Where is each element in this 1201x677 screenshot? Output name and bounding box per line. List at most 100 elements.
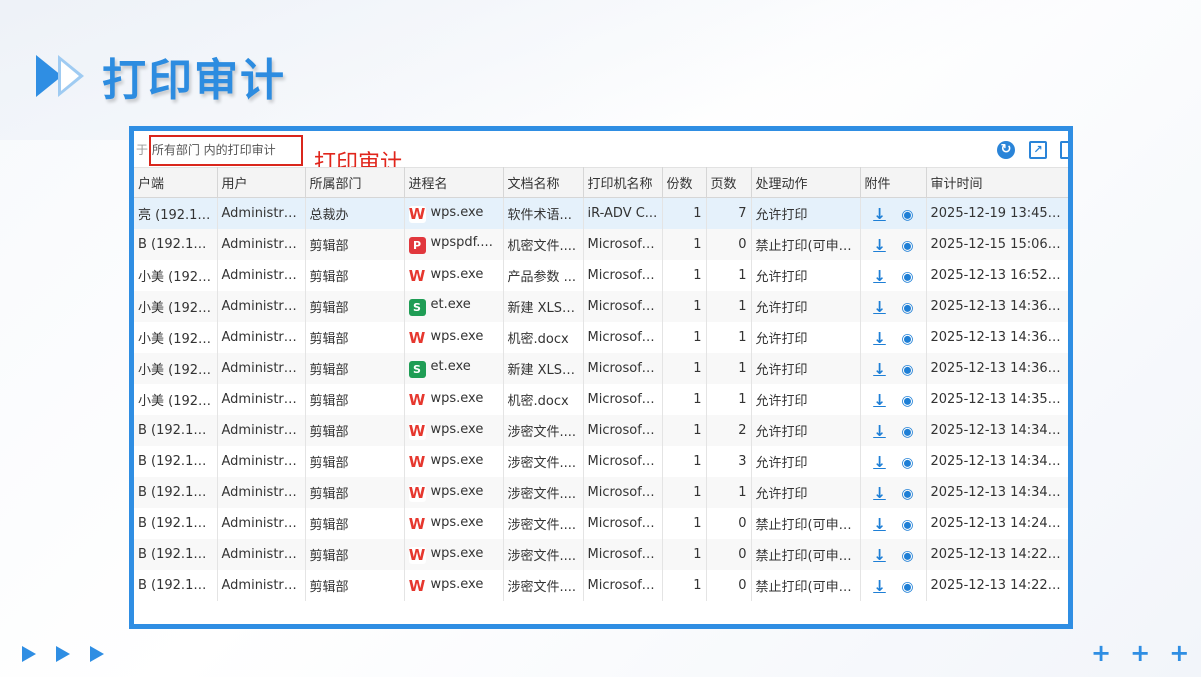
double-arrow-icon bbox=[36, 53, 96, 99]
column-header[interactable]: 用户 bbox=[217, 167, 306, 198]
process-name: wps.exe bbox=[430, 514, 484, 530]
attachment-cell: ↓ ◉ bbox=[860, 508, 927, 539]
document-cell: 机密.docx bbox=[503, 384, 584, 415]
process-cell: Wwps.exe bbox=[404, 322, 504, 353]
dept-cell: 剪辑部 bbox=[305, 353, 405, 384]
column-header[interactable]: 文档名称 bbox=[503, 167, 584, 198]
table-row[interactable]: 小美 (192.... Administra... 剪辑部 Wwps.exe 机密.do… bbox=[134, 384, 1068, 415]
dept-cell: 剪辑部 bbox=[305, 508, 405, 539]
eye-icon[interactable]: ◉ bbox=[899, 269, 917, 285]
client-cell: B (192.16... bbox=[134, 415, 218, 446]
process-name: wps.exe bbox=[430, 452, 484, 468]
column-header[interactable]: 户端 bbox=[134, 167, 218, 198]
time-cell: 2025-12-13 14:35:57 bbox=[926, 384, 1068, 415]
table-row[interactable]: B (192.16... Administra... 剪辑部 Wwps.exe 涉密文件… bbox=[134, 446, 1068, 477]
table-row[interactable]: 小美 (192.... Administra... 剪辑部 Set.exe 新建 XLS… bbox=[134, 353, 1068, 384]
eye-icon[interactable]: ◉ bbox=[899, 331, 917, 347]
printer-cell: Microsoft... bbox=[583, 353, 663, 384]
printer-cell: iR-ADV C... bbox=[583, 197, 663, 229]
eye-icon[interactable]: ◉ bbox=[899, 207, 917, 223]
client-cell: 小美 (192.... bbox=[134, 260, 218, 291]
download-icon[interactable]: ↓ bbox=[871, 205, 889, 223]
download-icon[interactable]: ↓ bbox=[871, 546, 889, 564]
refresh-icon[interactable]: ↻ bbox=[997, 141, 1015, 159]
eye-icon[interactable]: ◉ bbox=[899, 424, 917, 440]
triangle-icon bbox=[56, 646, 70, 662]
eye-icon[interactable]: ◉ bbox=[899, 486, 917, 502]
dept-cell: 剪辑部 bbox=[305, 570, 405, 601]
table-header-row: 户端 用户 所属部门 进程名 文档名称 打印机名称 份数 页数 处理动作 附件 审计时间 bbox=[134, 167, 1068, 198]
column-header[interactable]: 处理动作 bbox=[751, 167, 861, 198]
client-cell: B (192.16... bbox=[134, 570, 218, 601]
eye-icon[interactable]: ◉ bbox=[899, 238, 917, 254]
column-header[interactable]: 页数 bbox=[706, 167, 752, 198]
pages-cell: 0 bbox=[706, 539, 752, 570]
download-icon[interactable]: ↓ bbox=[871, 298, 889, 316]
table-row[interactable]: B (192.16... Administra... 剪辑部 Wwps.exe 涉密文件… bbox=[134, 570, 1068, 601]
download-icon[interactable]: ↓ bbox=[871, 360, 889, 378]
copies-cell: 1 bbox=[662, 197, 707, 229]
client-cell: B (192.16... bbox=[134, 446, 218, 477]
download-icon[interactable]: ↓ bbox=[871, 484, 889, 502]
download-icon[interactable]: ↓ bbox=[871, 453, 889, 471]
plus-icon: + bbox=[1130, 639, 1151, 667]
process-cell: Wwps.exe bbox=[404, 539, 504, 570]
page-title: 打印审计 bbox=[102, 55, 286, 106]
user-cell: Administra... bbox=[217, 508, 306, 539]
table-row[interactable]: 小美 (192.... Administra... 剪辑部 Set.exe 新建 XLS… bbox=[134, 291, 1068, 322]
table-row[interactable]: B (192.16... Administra... 剪辑部 Pwpspdf.... 机… bbox=[134, 229, 1068, 260]
dept-cell: 剪辑部 bbox=[305, 415, 405, 446]
column-header[interactable]: 份数 bbox=[662, 167, 707, 198]
download-icon[interactable]: ↓ bbox=[871, 329, 889, 347]
export-icon[interactable]: ↗ bbox=[1029, 141, 1047, 159]
user-cell: Administra... bbox=[217, 260, 306, 291]
triangle-icon bbox=[90, 646, 104, 662]
table-row[interactable]: B (192.16... Administra... 剪辑部 Wwps.exe 涉密文件… bbox=[134, 477, 1068, 508]
client-cell: 小美 (192.... bbox=[134, 353, 218, 384]
column-header[interactable]: 审计时间 bbox=[926, 167, 1068, 198]
wps-icon: W bbox=[408, 452, 426, 471]
eye-icon[interactable]: ◉ bbox=[899, 517, 917, 533]
user-cell: Administra... bbox=[217, 322, 306, 353]
download-icon[interactable]: ↓ bbox=[871, 236, 889, 254]
printer-cell: Microsoft... bbox=[583, 570, 663, 601]
user-cell: Administra... bbox=[217, 197, 306, 229]
download-icon[interactable]: ↓ bbox=[871, 267, 889, 285]
eye-icon[interactable]: ◉ bbox=[899, 579, 917, 595]
eye-icon[interactable]: ◉ bbox=[899, 362, 917, 378]
copies-cell: 1 bbox=[662, 539, 707, 570]
action-cell: 允许打印 bbox=[751, 384, 861, 415]
eye-icon[interactable]: ◉ bbox=[899, 300, 917, 316]
copies-cell: 1 bbox=[662, 446, 707, 477]
download-icon[interactable]: ↓ bbox=[871, 515, 889, 533]
table-row[interactable]: B (192.16... Administra... 剪辑部 Wwps.exe 涉密文件… bbox=[134, 508, 1068, 539]
process-cell: Wwps.exe bbox=[404, 446, 504, 477]
download-icon[interactable]: ↓ bbox=[871, 577, 889, 595]
plus-icon: + bbox=[1091, 639, 1112, 667]
table-row[interactable]: B (192.16... Administra... 剪辑部 Wwps.exe 涉密文件… bbox=[134, 415, 1068, 446]
eye-icon[interactable]: ◉ bbox=[899, 548, 917, 564]
pages-cell: 0 bbox=[706, 508, 752, 539]
column-header[interactable]: 打印机名称 bbox=[583, 167, 663, 198]
process-name: wps.exe bbox=[430, 328, 484, 344]
table-row[interactable]: 小美 (192.... Administra... 剪辑部 Wwps.exe 产品参数 … bbox=[134, 260, 1068, 291]
table-row[interactable]: 亮 (192.16... Administra... 总裁办 Wwps.exe 软件术语… bbox=[134, 197, 1068, 229]
column-header[interactable]: 进程名 bbox=[404, 167, 504, 198]
download-icon[interactable]: ↓ bbox=[871, 422, 889, 440]
printer-cell: Microsoft... bbox=[583, 415, 663, 446]
table-row[interactable]: 小美 (192.... Administra... 剪辑部 Wwps.exe 机密.do… bbox=[134, 322, 1068, 353]
table-row[interactable]: B (192.16... Administra... 剪辑部 Wwps.exe 涉密文件… bbox=[134, 539, 1068, 570]
column-header[interactable]: 所属部门 bbox=[305, 167, 405, 198]
eye-icon[interactable]: ◉ bbox=[899, 393, 917, 409]
dept-cell: 剪辑部 bbox=[305, 384, 405, 415]
user-cell: Administra... bbox=[217, 291, 306, 322]
eye-icon[interactable]: ◉ bbox=[899, 455, 917, 471]
more-icon[interactable] bbox=[1060, 141, 1068, 159]
client-cell: B (192.16... bbox=[134, 477, 218, 508]
copies-cell: 1 bbox=[662, 477, 707, 508]
attachment-cell: ↓ ◉ bbox=[860, 291, 927, 322]
pages-cell: 1 bbox=[706, 322, 752, 353]
column-header[interactable]: 附件 bbox=[860, 167, 927, 198]
download-icon[interactable]: ↓ bbox=[871, 391, 889, 409]
client-cell: 小美 (192.... bbox=[134, 322, 218, 353]
